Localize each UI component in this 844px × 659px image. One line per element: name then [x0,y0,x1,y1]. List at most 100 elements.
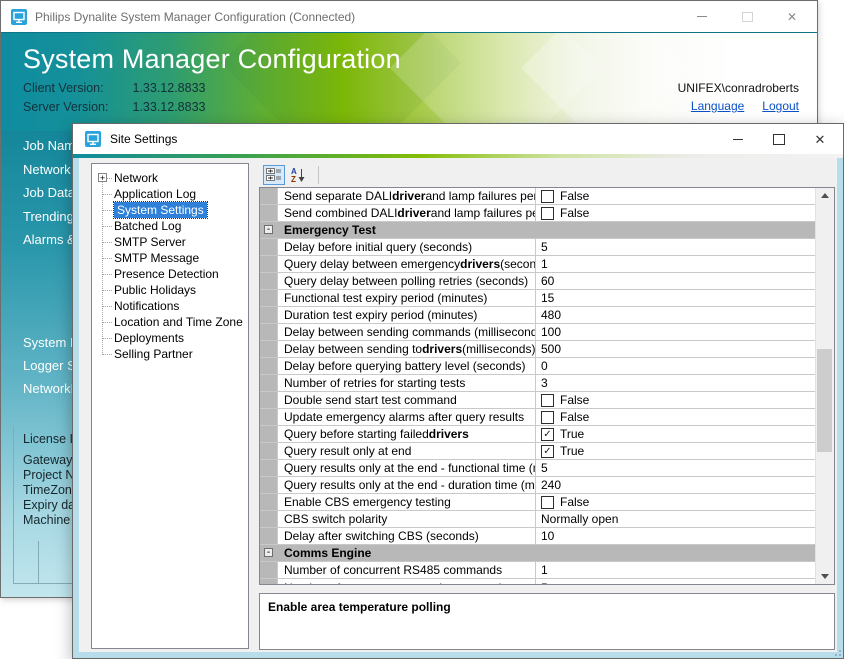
grid-row[interactable]: Delay after switching CBS (seconds)10 [260,528,815,545]
dialog-close-button[interactable]: ✕ [813,132,827,146]
property-value[interactable]: 3 [536,375,815,391]
property-value[interactable]: ✓True [536,426,815,442]
grid-row[interactable]: Send combined DALI driver and lamp failu… [260,205,815,222]
minimize-button[interactable] [695,10,709,24]
checkbox-checked[interactable]: ✓ [541,445,554,458]
grid-row[interactable]: Update emergency alarms after query resu… [260,409,815,426]
categorized-view-button[interactable] [263,165,285,185]
property-value[interactable]: 100 [536,324,815,340]
grid-row[interactable]: Delay before querying battery level (sec… [260,358,815,375]
dialog-maximize-button[interactable] [772,132,786,146]
property-value[interactable]: 5 [536,239,815,255]
property-value[interactable]: Normally open [536,511,815,527]
grid-row[interactable]: Query delay between polling retries (sec… [260,273,815,290]
tree-item-selling-partner[interactable]: Selling Partner [92,346,248,362]
grid-row[interactable]: Query results only at the end - duration… [260,477,815,494]
property-value[interactable]: False [536,409,815,425]
property-value[interactable]: 15 [536,290,815,306]
grid-row[interactable]: Number of concurrent network commands5 [260,579,815,584]
dialog-minimize-button[interactable] [731,132,745,146]
property-name[interactable]: Delay after switching CBS (seconds) [278,528,536,544]
property-name[interactable]: Send separate DALI driver and lamp failu… [278,188,536,204]
grid-row[interactable]: Number of retries for starting tests3 [260,375,815,392]
property-value[interactable]: False [536,392,815,408]
language-link[interactable]: Language [691,99,744,113]
checkbox-unchecked[interactable] [541,411,554,424]
property-value[interactable]: 1 [536,256,815,272]
property-value[interactable]: 0 [536,358,815,374]
scrollbar-down-button[interactable] [816,569,834,584]
property-value[interactable]: 10 [536,528,815,544]
property-name[interactable]: Delay before querying battery level (sec… [278,358,536,374]
grid-row[interactable]: Query before starting failed drivers✓Tru… [260,426,815,443]
property-name[interactable]: CBS switch polarity [278,511,536,527]
grid-row[interactable]: Send separate DALI driver and lamp failu… [260,188,815,205]
scrollbar-up-button[interactable] [816,188,834,203]
property-name[interactable]: Update emergency alarms after query resu… [278,409,536,425]
tree-item-location-and-time-zone[interactable]: Location and Time Zone [92,314,248,330]
alphabetical-sort-button[interactable]: A Z [287,165,309,185]
maximize-button[interactable] [740,10,754,24]
tree-item-notifications[interactable]: Notifications [92,298,248,314]
property-name[interactable]: Delay between sending to drivers (millis… [278,341,536,357]
tree-item-network[interactable]: +Network [92,170,248,186]
property-value[interactable]: False [536,494,815,510]
property-name[interactable]: Functional test expiry period (minutes) [278,290,536,306]
tree-item-application-log[interactable]: Application Log [92,186,248,202]
property-value[interactable]: False [536,205,815,221]
property-name[interactable]: Query delay between polling retries (sec… [278,273,536,289]
property-name[interactable]: Query result only at end [278,443,536,459]
checkbox-checked[interactable]: ✓ [541,428,554,441]
collapse-minus-icon[interactable]: - [264,225,273,234]
tree-item-deployments[interactable]: Deployments [92,330,248,346]
scrollbar-thumb[interactable] [817,349,832,452]
grid-row[interactable]: Duration test expiry period (minutes)480 [260,307,815,324]
property-name[interactable]: Send combined DALI driver and lamp failu… [278,205,536,221]
property-value[interactable]: False [536,188,815,204]
property-value[interactable]: 60 [536,273,815,289]
grid-row[interactable]: Delay between sending to drivers (millis… [260,341,815,358]
property-name[interactable]: Query before starting failed drivers [278,426,536,442]
category-row-emergency-test[interactable]: -Emergency Test [260,222,815,239]
property-value[interactable]: 500 [536,341,815,357]
dialog-titlebar[interactable]: Site Settings ✕ [73,124,843,154]
grid-row[interactable]: Query delay between emergency drivers (s… [260,256,815,273]
tree-item-system-settings[interactable]: System Settings [92,202,248,218]
checkbox-unchecked[interactable] [541,394,554,407]
checkbox-unchecked[interactable] [541,190,554,203]
property-name[interactable]: Query delay between emergency drivers (s… [278,256,536,272]
grid-row[interactable]: Number of concurrent RS485 commands1 [260,562,815,579]
tree-item-presence-detection[interactable]: Presence Detection [92,266,248,282]
property-name[interactable]: Delay between sending commands (millisec… [278,324,536,340]
main-window-titlebar[interactable]: Philips Dynalite System Manager Configur… [1,1,817,32]
property-value[interactable]: 5 [536,579,815,584]
property-value[interactable]: 240 [536,477,815,493]
property-name[interactable]: Double send start test command [278,392,536,408]
collapse-minus-icon[interactable]: - [264,548,273,557]
expand-plus-icon[interactable]: + [98,173,107,182]
property-name[interactable]: Query results only at the end - duration… [278,477,536,493]
grid-row[interactable]: Functional test expiry period (minutes)1… [260,290,815,307]
logout-link[interactable]: Logout [762,99,799,113]
property-value[interactable]: 1 [536,562,815,578]
property-name[interactable]: Number of concurrent RS485 commands [278,562,536,578]
close-button[interactable]: ✕ [785,10,799,24]
checkbox-unchecked[interactable] [541,496,554,509]
property-value[interactable]: 5 [536,460,815,476]
grid-row[interactable]: Delay between sending commands (millisec… [260,324,815,341]
property-name[interactable]: Delay before initial query (seconds) [278,239,536,255]
property-name[interactable]: Duration test expiry period (minutes) [278,307,536,323]
tree-item-batched-log[interactable]: Batched Log [92,218,248,234]
tree-item-smtp-message[interactable]: SMTP Message [92,250,248,266]
property-value[interactable]: 480 [536,307,815,323]
grid-row[interactable]: Enable CBS emergency testingFalse [260,494,815,511]
property-name[interactable]: Query results only at the end - function… [278,460,536,476]
grid-row[interactable]: CBS switch polarityNormally open [260,511,815,528]
tree-item-public-holidays[interactable]: Public Holidays [92,282,248,298]
grid-row[interactable]: Query results only at the end - function… [260,460,815,477]
property-name[interactable]: Enable CBS emergency testing [278,494,536,510]
grid-row[interactable]: Delay before initial query (seconds)5 [260,239,815,256]
tree-item-smtp-server[interactable]: SMTP Server [92,234,248,250]
property-name[interactable]: Number of retries for starting tests [278,375,536,391]
property-name[interactable]: Number of concurrent network commands [278,579,536,584]
